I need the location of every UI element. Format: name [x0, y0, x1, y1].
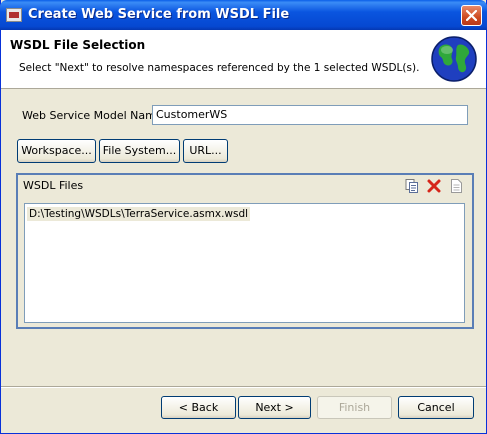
wizard-header: WSDL File Selection Select "Next" to res… [1, 30, 486, 89]
globe-icon [431, 36, 477, 82]
page-description: Select "Next" to resolve namespaces refe… [19, 62, 420, 74]
dialog-window: Create Web Service from WSDL File WSDL F… [0, 0, 487, 434]
workspace-button[interactable]: Workspace... [17, 139, 96, 163]
model-name-input[interactable]: CustomerWS [152, 105, 468, 125]
back-button[interactable]: < Back [161, 396, 236, 419]
wsdl-files-group: WSDL Files D:\Testing\WSDLs\TerraService… [16, 173, 474, 329]
model-name-label: Web Service Model Name [22, 109, 163, 122]
title-bar[interactable]: Create Web Service from WSDL File [0, 0, 487, 30]
wsdl-files-list[interactable]: D:\Testing\WSDLs\TerraService.asmx.wsdl [24, 203, 465, 323]
file-system-button[interactable]: File System... [99, 139, 180, 163]
cancel-button[interactable]: Cancel [398, 396, 474, 419]
app-icon [6, 8, 22, 22]
next-button[interactable]: Next > [238, 396, 311, 419]
wsdl-files-toolbar [404, 178, 468, 194]
copy-icon[interactable] [404, 178, 420, 194]
close-icon [466, 10, 477, 21]
list-item[interactable]: D:\Testing\WSDLs\TerraService.asmx.wsdl [27, 207, 251, 221]
url-button[interactable]: URL... [183, 139, 228, 163]
page-title: WSDL File Selection [10, 38, 146, 52]
close-button[interactable] [461, 5, 482, 26]
delete-icon[interactable] [426, 178, 442, 194]
window-title: Create Web Service from WSDL File [28, 7, 290, 22]
footer-separator [1, 386, 486, 388]
finish-button[interactable]: Finish [317, 396, 392, 419]
document-icon[interactable] [448, 178, 464, 194]
wsdl-files-title: WSDL Files [23, 179, 84, 192]
